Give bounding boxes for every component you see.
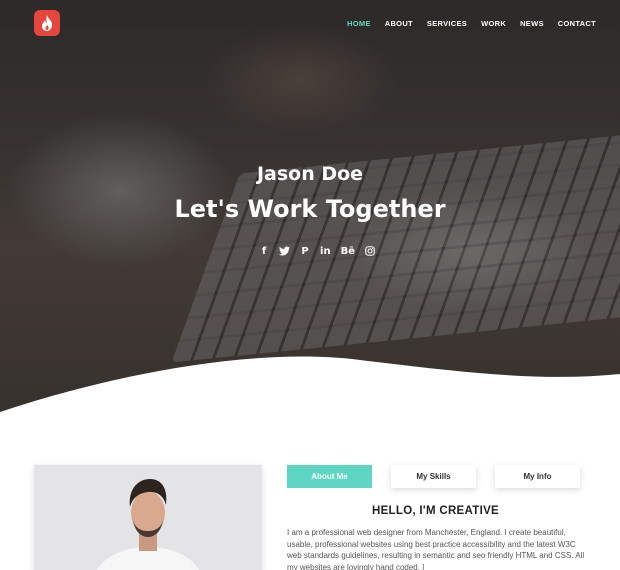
instagram-icon[interactable] — [365, 246, 375, 260]
flame-icon — [42, 15, 53, 31]
tab-about-me[interactable]: About Me — [287, 465, 372, 488]
hero-title: Let's Work Together — [174, 195, 446, 223]
portrait-image — [34, 465, 262, 570]
nav-item-about[interactable]: ABOUT — [385, 19, 413, 28]
hero-section: HOME ABOUT SERVICES WORK NEWS CONTACT Ja… — [0, 0, 620, 412]
nav-item-home[interactable]: HOME — [347, 19, 371, 28]
profile-photo — [34, 465, 262, 570]
about-text: I am a professional web designer from Ma… — [287, 528, 585, 570]
facebook-icon[interactable]: f — [259, 246, 269, 260]
tab-my-info[interactable]: My Info — [495, 465, 580, 488]
nav-item-work[interactable]: WORK — [481, 19, 506, 28]
nav-item-services[interactable]: SERVICES — [427, 19, 467, 28]
linkedin-icon[interactable]: in — [320, 246, 331, 260]
nav-item-contact[interactable]: CONTACT — [558, 19, 596, 28]
main-nav: HOME ABOUT SERVICES WORK NEWS CONTACT — [333, 19, 596, 28]
tab-my-skills[interactable]: My Skills — [391, 465, 476, 488]
nav-item-news[interactable]: NEWS — [520, 19, 544, 28]
hero-wave-divider — [0, 356, 620, 412]
about-heading: HELLO, I'M CREATIVE — [371, 505, 500, 517]
about-tabs: About Me My Skills My Info — [287, 465, 599, 488]
social-links: f P in Bē — [0, 246, 620, 260]
behance-icon[interactable]: Bē — [341, 246, 355, 260]
twitter-icon[interactable] — [279, 246, 291, 260]
hero-name: Jason Doe — [256, 163, 364, 185]
pinterest-icon[interactable]: P — [300, 246, 310, 260]
logo[interactable] — [34, 10, 60, 36]
